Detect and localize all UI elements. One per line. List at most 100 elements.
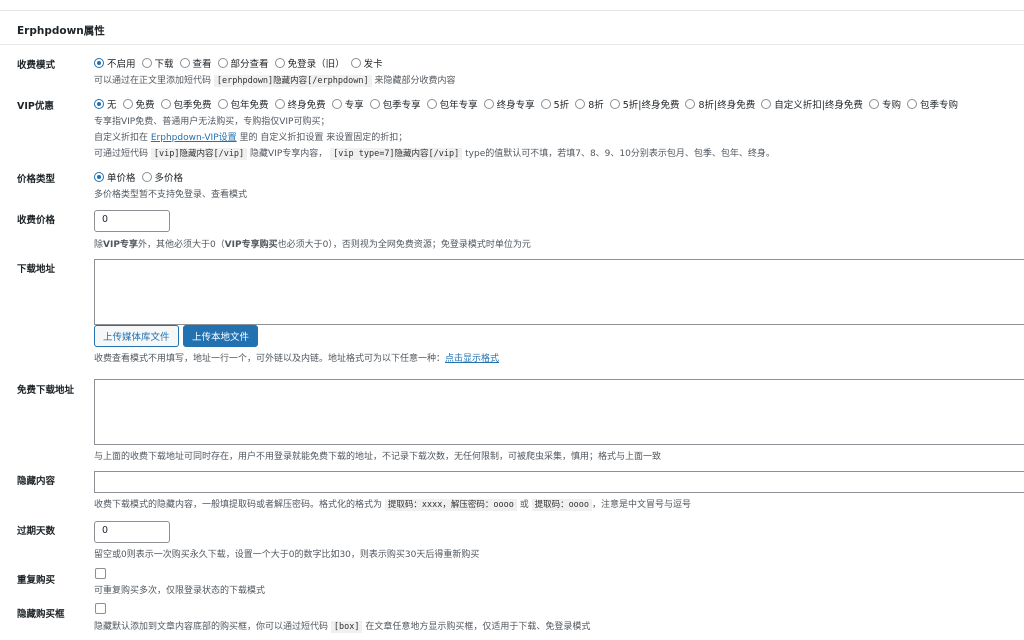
panel-divider [0,44,1024,45]
hide-box-label: 隐藏购买框 [17,609,65,620]
radio-button[interactable] [94,58,104,68]
fee-mode-option[interactable]: 查看 [179,56,212,70]
radio-button[interactable] [350,58,361,68]
radio-label: 免费 [135,100,155,111]
radio-button[interactable] [179,58,190,68]
vip-option[interactable]: 5折|终身免费 [609,97,680,111]
vip-option[interactable]: 8折|终身免费 [685,97,755,111]
hidden-format-code-2: 提取码：oooo [531,499,593,511]
hide-box-checkbox[interactable] [95,603,106,614]
vip-option[interactable]: 包季专购 [906,97,958,111]
vip-option[interactable]: 包年专享 [426,97,478,111]
radio-label: 包季专享 [382,100,421,111]
repeat-purchase-checkbox[interactable] [95,568,106,579]
radio-button[interactable] [122,99,133,109]
vip-radio-group: 无 免费 包季免费 包年免费 终身免费 专享 包季专享 包年专享 终身专享 5折 8折 5折|终身免费… [94,97,964,111]
radio-label: 下载 [154,59,174,70]
radio-label: 专购 [881,100,901,111]
radio-label: 查看 [192,59,212,70]
radio-label: 5折 [553,100,570,111]
radio-button[interactable] [685,99,696,109]
price-input[interactable]: 0 [94,210,170,232]
repeat-purchase-description: 可重复购买多次，仅限登录状态的下载模式 [94,586,266,596]
radio-label: 包季专购 [919,100,958,111]
radio-label: 5折|终身免费 [622,100,680,111]
expire-description: 留空或0则表示一次购买永久下载，设置一个大于0的数字比如30，则表示购买30天后… [94,550,480,560]
vip-option[interactable]: 终身专享 [483,97,535,111]
fee-mode-option[interactable]: 发卡 [350,56,383,70]
vip-option[interactable]: 包季免费 [160,97,212,111]
vip-option[interactable]: 自定义折扣|终身免费 [761,97,863,111]
radio-label: 包季免费 [173,100,212,111]
radio-label: 自定义折扣|终身免费 [774,100,863,111]
hidden-format-code-1: 提取码：xxxx，解压密码：oooo [384,499,517,511]
vip-option[interactable]: 专购 [868,97,901,111]
shortcode-box: [box] [330,621,363,633]
download-label: 下载地址 [17,264,56,275]
radio-label: 免登录（旧） [287,59,345,70]
vip-description-3: 可通过短代码 [vip]隐藏内容[/vip] 隐藏VIP专享内容， [vip t… [94,148,775,160]
radio-button[interactable] [761,99,772,109]
vip-label: VIP优惠 [17,101,54,112]
vip-option[interactable]: 包季专享 [369,97,421,111]
vip-option[interactable]: 专享 [331,97,364,111]
repeat-purchase-label: 重复购买 [17,575,56,586]
shortcode-vip-type: [vip type=7]隐藏内容[/vip] [330,148,463,160]
vip-option[interactable]: 终身免费 [274,97,326,111]
hide-box-description: 隐藏默认添加到文章内容底部的购买框，你可以通过短代码 [box] 在文章任意地方… [94,621,591,633]
hidden-content-input[interactable] [94,471,1024,493]
fee-mode-option[interactable]: 不启用 [94,56,136,70]
hidden-content-label: 隐藏内容 [17,476,56,487]
show-format-link[interactable]: 点击显示格式 [445,354,499,364]
radio-button[interactable] [540,99,551,109]
radio-button[interactable] [274,58,285,68]
radio-button[interactable] [141,58,152,68]
download-description: 收费查看模式不用填写，地址一行一个，可外链以及内链。地址格式可为以下任意一种：点… [94,354,500,364]
vip-option[interactable]: 包年免费 [217,97,269,111]
vip-option[interactable]: 5折 [540,97,570,111]
upload-media-button[interactable]: 上传媒体库文件 [94,325,179,347]
radio-label: 不启用 [107,59,136,70]
vip-settings-link[interactable]: Erphpdown-VIP设置 [151,133,237,143]
radio-label: 终身免费 [287,100,326,111]
radio-button[interactable] [160,99,171,109]
vip-option[interactable]: 8折 [575,97,604,111]
fee-mode-option[interactable]: 部分查看 [217,56,269,70]
radio-label: 专享 [344,100,364,111]
vip-option[interactable]: 无 [94,97,117,111]
radio-button[interactable] [217,58,228,68]
expire-input[interactable]: 0 [94,521,170,543]
radio-button[interactable] [868,99,879,109]
radio-button[interactable] [483,99,494,109]
free-download-textarea[interactable] [94,379,1024,445]
radio-label: 发卡 [363,59,383,70]
radio-button[interactable] [369,99,380,109]
radio-button[interactable] [141,172,152,182]
fee-mode-option[interactable]: 下载 [141,56,174,70]
hidden-content-description: 收费下载模式的隐藏内容，一般填提取码或者解压密码。格式化的格式为 提取码：xxx… [94,499,692,511]
fee-mode-option[interactable]: 免登录（旧） [274,56,345,70]
shortcode-erphpdown: [erphpdown]隐藏内容[/erphpdown] [213,75,372,87]
radio-button[interactable] [274,99,285,109]
expire-label: 过期天数 [17,526,56,537]
top-divider [0,10,1024,11]
radio-button[interactable] [609,99,620,109]
price-type-option[interactable]: 多价格 [141,170,184,184]
radio-button[interactable] [331,99,342,109]
price-type-option[interactable]: 单价格 [94,170,136,184]
free-download-label: 免费下载地址 [17,385,75,396]
radio-button[interactable] [94,99,104,109]
radio-label: 多价格 [154,173,184,184]
vip-option[interactable]: 免费 [122,97,155,111]
price-type-radio-group: 单价格 多价格 [94,170,189,184]
radio-button[interactable] [94,172,104,182]
radio-button[interactable] [426,99,437,109]
upload-local-button[interactable]: 上传本地文件 [183,325,259,347]
radio-button[interactable] [575,99,586,109]
radio-label: 无 [107,100,117,111]
radio-button[interactable] [217,99,228,109]
radio-button[interactable] [906,99,917,109]
price-label: 收费价格 [17,215,56,226]
price-type-description: 多价格类型暂不支持免登录、查看模式 [94,190,248,200]
download-textarea[interactable] [94,259,1024,325]
